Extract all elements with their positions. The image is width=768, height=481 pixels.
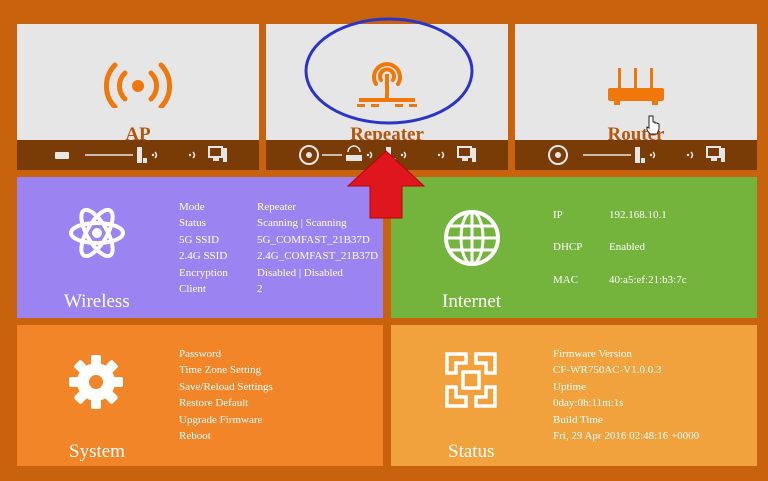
wireless-title: Wireless	[64, 291, 130, 312]
internet-key-ip: IP	[553, 209, 563, 221]
internet-title: Internet	[442, 291, 502, 312]
system-menu: Password Time Zone Setting Save/Reload S…	[179, 346, 273, 444]
globe-icon	[548, 145, 568, 165]
computer-icon	[706, 146, 725, 162]
signal-icon	[649, 151, 656, 159]
annotation-circle	[304, 17, 474, 125]
key-24g-ssid: 2.4G SSID	[179, 250, 228, 263]
mode-card-ap[interactable]: AP	[17, 24, 259, 170]
status-title: Status	[448, 441, 495, 462]
gear-icon	[69, 355, 123, 409]
system-tile[interactable]: System Password Time Zone Setting Save/R…	[17, 325, 383, 466]
signal-icon-3	[437, 151, 445, 159]
ap-device-icon	[137, 147, 147, 163]
computer-icon	[208, 146, 227, 162]
topology-strip-router	[515, 140, 757, 170]
wireless-tile[interactable]: Wireless Mode Status 5G SSID 2.4G SSID E…	[17, 177, 383, 318]
value-5g-ssid: 5G_COMFAST_21B37D	[257, 233, 370, 246]
signal-icon-2	[686, 151, 694, 159]
wifi-antenna-icon	[103, 62, 173, 108]
computer-icon	[457, 146, 476, 162]
menu-time-zone[interactable]: Time Zone Setting	[179, 362, 273, 378]
internet-key-mac: MAC	[553, 274, 579, 286]
internet-tile[interactable]: Internet IP 192.168.10.1 DHCP Enabled MA…	[391, 177, 757, 318]
key-encryption: Encryption	[179, 266, 228, 279]
status-tile[interactable]: Status Firmware Version CF-WR750AC-V1.0.…	[391, 325, 757, 466]
menu-upgrade-firmware[interactable]: Upgrade Firmware	[179, 412, 273, 428]
value-encryption: Disabled | Disabled	[257, 266, 343, 279]
globe-icon	[299, 145, 319, 165]
status-info: Firmware Version CF-WR750AC-V1.0.0.3 Upt…	[553, 346, 699, 444]
value-firmware-version: CF-WR750AC-V1.0.0.3	[553, 364, 662, 377]
internet-value-ip: 192.168.10.1	[609, 209, 667, 221]
mode-card-router[interactable]: Router	[515, 24, 757, 170]
topology-strip-ap	[17, 140, 259, 170]
internet-key-dhcp: DHCP	[553, 241, 583, 253]
atom-icon	[69, 207, 125, 259]
globe-icon	[444, 210, 500, 266]
value-24g-ssid: 2.4G_COMFAST_21B37D	[257, 250, 379, 263]
system-title: System	[69, 441, 125, 462]
label-build-time: Build Time	[553, 413, 603, 426]
router-device-icon	[635, 147, 645, 163]
key-5g-ssid: 5G SSID	[179, 233, 220, 246]
status-squares-icon	[445, 352, 497, 408]
router-icon	[608, 68, 664, 105]
key-status: Status	[179, 217, 206, 230]
value-build-time: Fri, 29 Apr 2016 02:48:16 +0000	[553, 430, 700, 443]
menu-restore-default[interactable]: Restore Default	[179, 395, 273, 411]
value-uptime: 0day:0h:11m:1s	[553, 397, 624, 410]
key-mode: Mode	[179, 201, 205, 213]
internet-value-dhcp: Enabled	[609, 241, 646, 253]
signal-icon	[151, 151, 158, 159]
key-client: Client	[179, 283, 206, 296]
internet-value-mac: 40:a5:ef:21:b3:7c	[609, 274, 687, 286]
annotation-arrow	[346, 150, 426, 219]
label-uptime: Uptime	[553, 380, 586, 393]
menu-save-reload[interactable]: Save/Reload Settings	[179, 379, 273, 395]
menu-reboot[interactable]: Reboot	[179, 428, 273, 444]
mouse-cursor-icon	[646, 115, 660, 135]
menu-password[interactable]: Password	[179, 346, 273, 362]
signal-icon-2	[188, 151, 196, 159]
value-client: 2	[257, 283, 263, 296]
label-firmware-version: Firmware Version	[553, 348, 632, 360]
modem-icon	[55, 152, 69, 159]
wireless-keys: Mode Status 5G SSID 2.4G SSID Encryption…	[179, 199, 228, 297]
